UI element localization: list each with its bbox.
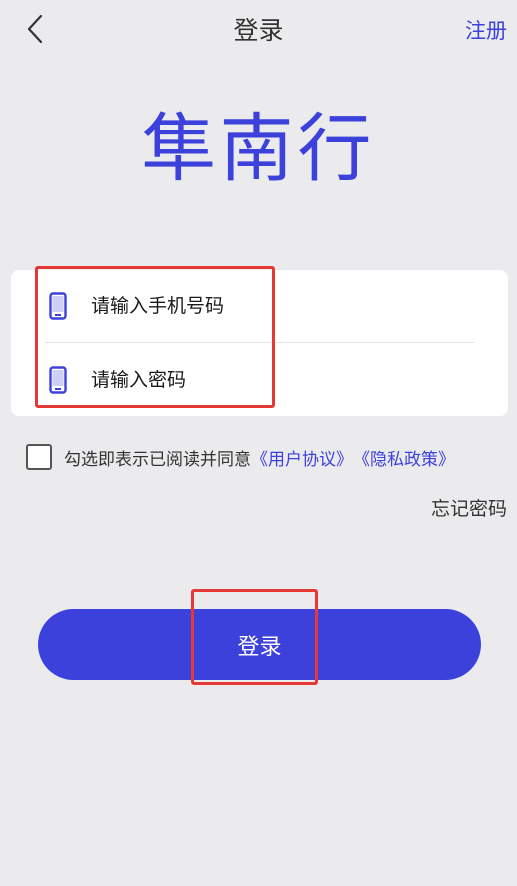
- agreement-text: 勾选即表示已阅读并同意: [64, 449, 251, 470]
- phone-icon: [49, 366, 67, 394]
- login-form-card: [11, 270, 508, 416]
- agreement-checkbox[interactable]: [26, 444, 52, 470]
- phone-icon: [49, 292, 67, 320]
- field-divider: [45, 342, 474, 343]
- user-agreement-link[interactable]: 《用户协议》: [251, 445, 353, 470]
- password-input[interactable]: [91, 360, 431, 400]
- privacy-policy-link[interactable]: 《隐私政策》: [353, 445, 455, 470]
- password-field-row: [11, 344, 508, 416]
- phone-field-row: [11, 270, 508, 342]
- login-button[interactable]: 登录: [38, 609, 481, 680]
- agreement-row: 勾选即表示已阅读并同意 《用户协议》 《隐私政策》: [26, 443, 455, 471]
- forgot-password-link[interactable]: 忘记密码: [431, 496, 507, 522]
- phone-input[interactable]: [91, 286, 431, 326]
- register-link[interactable]: 注册: [465, 14, 507, 48]
- brand-logo-text: 隼南行: [141, 106, 376, 192]
- page-title: 登录: [233, 16, 284, 45]
- login-screen: 登录 注册 隼南行 请输入手机号码 勾选即表示已阅读并同意 《用户协议》 《隐私…: [0, 0, 517, 886]
